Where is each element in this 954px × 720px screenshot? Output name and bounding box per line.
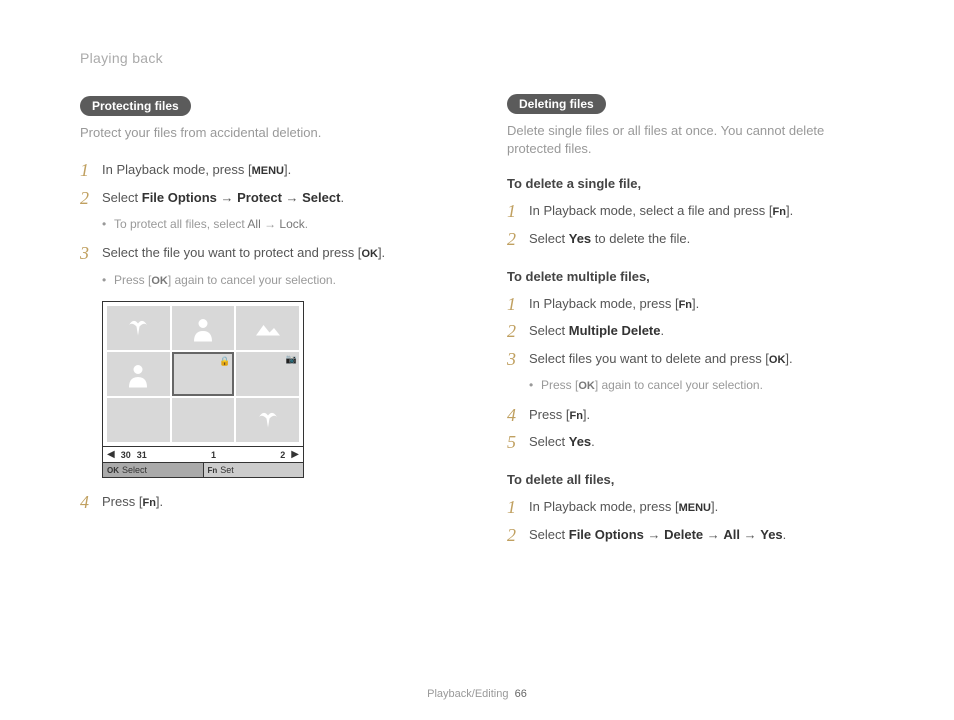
menu-key: MENU <box>252 165 284 177</box>
step-text: Press [Fn]. <box>102 492 447 513</box>
person-icon <box>188 313 218 343</box>
step: 4 Press [Fn]. <box>507 405 874 427</box>
thumb-cell <box>236 398 299 442</box>
step-number: 2 <box>80 188 102 210</box>
deleting-intro: Delete single files or all files at once… <box>507 122 874 158</box>
action-bar: OKSelect FnSet <box>103 462 303 477</box>
step: 1 In Playback mode, select a file and pr… <box>507 201 874 223</box>
person-icon <box>123 359 153 389</box>
step-number: 3 <box>80 243 102 265</box>
protecting-files-heading: Protecting files <box>80 96 191 116</box>
page-footer: Playback/Editing 66 <box>0 688 954 700</box>
right-column: Deleting files Delete single files or al… <box>507 50 874 552</box>
step: 2 Select File Options → Delete → All → Y… <box>507 525 874 547</box>
step: 2 Select Yes to delete the file. <box>507 229 874 251</box>
thumb-cell-selected: 🔒 <box>172 352 235 396</box>
fn-key: Fn <box>569 410 582 422</box>
step-1: 1 In Playback mode, press [MENU]. <box>80 160 447 182</box>
step: 2 Select Multiple Delete. <box>507 321 874 343</box>
thumb-cell <box>107 352 170 396</box>
bullet: Press [OK] again to cancel your selectio… <box>529 376 874 395</box>
thumb-cell: 📷 <box>236 352 299 396</box>
step: 1 In Playback mode, press [MENU]. <box>507 497 874 519</box>
delete-multiple-heading: To delete multiple files, <box>507 269 874 284</box>
deleting-files-heading: Deleting files <box>507 94 606 114</box>
step-2: 2 Select File Options → Protect → Select… <box>80 188 447 210</box>
step: 3 Select files you want to delete and pr… <box>507 349 874 371</box>
thumbnail-grid-illustration: 🔒 📷 ◀ 30 31 1 2 ▶ <box>102 301 304 478</box>
step-number: 1 <box>80 160 102 182</box>
step-3: 3 Select the file you want to protect an… <box>80 243 447 265</box>
lock-icon: 🔒 <box>219 356 230 367</box>
step-text: In Playback mode, press [MENU]. <box>102 160 447 181</box>
page-content: Playing back Protecting files Protect yo… <box>0 0 954 582</box>
fn-key: Fn <box>142 497 155 509</box>
delete-all-heading: To delete all files, <box>507 472 874 487</box>
camera-icon: 📷 <box>286 354 297 365</box>
calendar-row: ◀ 30 31 1 2 ▶ <box>103 446 303 462</box>
step-text: Select the file you want to protect and … <box>102 243 447 264</box>
right-arrow-icon: ▶ <box>291 449 299 460</box>
step: 1 In Playback mode, press [Fn]. <box>507 294 874 316</box>
menu-key: MENU <box>679 502 711 514</box>
step: 5 Select Yes. <box>507 432 874 454</box>
step-2-bullet: To protect all files, select All → Lock. <box>102 215 447 233</box>
step-number: 4 <box>80 492 102 514</box>
thumb-cell <box>236 306 299 350</box>
thumb-cell <box>107 398 170 442</box>
mountain-icon <box>253 313 283 343</box>
palm-icon <box>123 313 153 343</box>
step-3-bullet: Press [OK] again to cancel your selectio… <box>102 271 447 290</box>
step-text: Select File Options → Protect → Select. <box>102 188 447 209</box>
ok-key: OK <box>361 248 378 260</box>
fn-key: Fn <box>679 299 692 311</box>
thumb-cell <box>172 398 235 442</box>
palm-icon <box>253 405 283 435</box>
thumb-cell <box>172 306 235 350</box>
fn-key: Fn <box>773 206 786 218</box>
thumb-cell <box>107 306 170 350</box>
left-arrow-icon: ◀ <box>107 449 115 460</box>
left-column: Playing back Protecting files Protect yo… <box>80 50 447 552</box>
section-header: Playing back <box>80 50 447 66</box>
protecting-intro: Protect your files from accidental delet… <box>80 124 447 142</box>
delete-single-heading: To delete a single file, <box>507 176 874 191</box>
step-4: 4 Press [Fn]. <box>80 492 447 514</box>
ok-key: OK <box>769 354 786 366</box>
